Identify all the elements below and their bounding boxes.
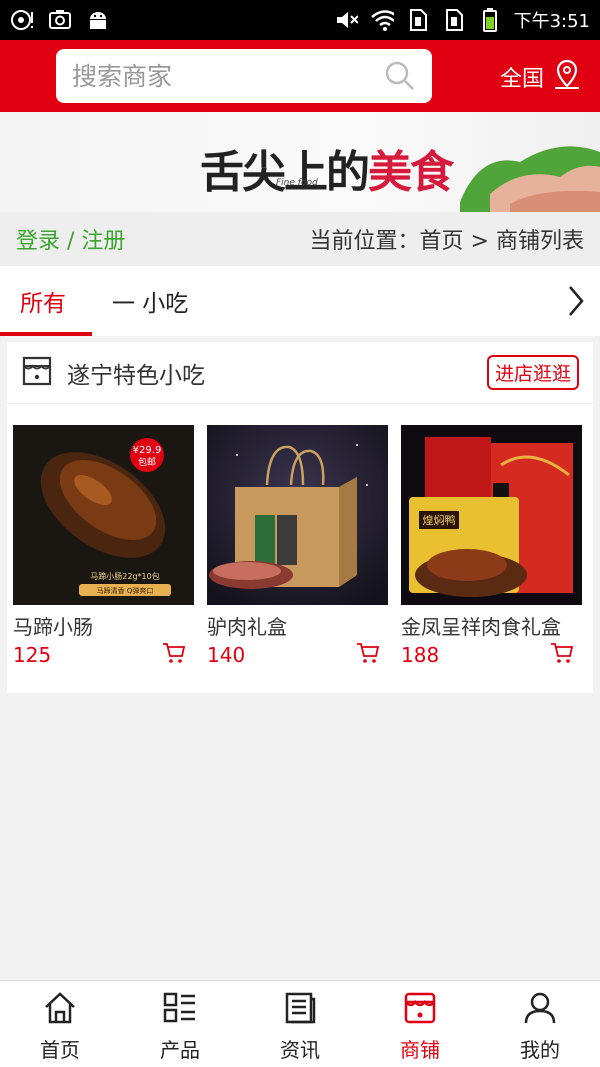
product-image[interactable]: ¥29.9 包邮 马蹄小肠22g*10包 马蹄清香 Q弹爽口 — [13, 425, 194, 605]
status-time: 下午3:51 — [513, 11, 590, 32]
user-icon — [523, 991, 557, 1030]
home-icon — [43, 991, 77, 1030]
shop-icon — [403, 991, 437, 1030]
login-register-link[interactable]: 登录 / 注册 — [16, 223, 125, 255]
product-card[interactable]: 驴肉礼盒 140 — [207, 425, 388, 668]
bottom-nav: 首页 产品 资讯 商铺 我的 — [0, 980, 600, 1067]
active-tab-indicator — [0, 332, 92, 336]
nav-label: 资讯 — [280, 1038, 320, 1062]
grid-list-icon — [163, 991, 197, 1030]
search-box[interactable] — [56, 49, 432, 103]
product-image-caption: 马蹄小肠22g*10包 — [90, 571, 159, 581]
breadcrumb-home[interactable]: 首页 — [420, 229, 464, 254]
product-card[interactable]: 煌焖鸭 金凤呈祥肉食礼盒 188 — [401, 425, 582, 668]
product-price: 140 — [207, 643, 246, 667]
location-pin-icon — [552, 58, 582, 96]
nav-news[interactable]: 资讯 — [240, 981, 360, 1067]
nav-label: 我的 — [520, 1038, 560, 1062]
tab-snacks[interactable]: 一 小吃 — [112, 266, 188, 336]
product-image[interactable] — [207, 425, 388, 605]
product-badge-sub: 包邮 — [138, 456, 156, 468]
add-to-cart-icon[interactable] — [356, 642, 380, 668]
wifi-icon — [370, 8, 394, 32]
add-to-cart-icon[interactable] — [162, 642, 186, 668]
mute-icon — [334, 8, 358, 32]
product-image-tags: 马蹄清香 Q弹爽口 — [97, 586, 154, 595]
breadcrumb-current: 商铺列表 — [495, 229, 584, 254]
breadcrumb: 当前位置：首页 > 商铺列表 — [310, 223, 584, 255]
android-icon — [86, 8, 110, 32]
shop-header: 遂宁特色小吃 进店逛逛 — [7, 342, 593, 404]
header-bar: 全国 — [0, 40, 600, 112]
product-image-label: 煌焖鸭 — [423, 513, 456, 527]
food-decoration-image — [460, 146, 600, 212]
nav-profile[interactable]: 我的 — [480, 981, 600, 1067]
product-badge-price: ¥29.9 — [133, 445, 162, 456]
product-price: 125 — [13, 643, 52, 667]
notification-icon — [10, 8, 34, 32]
nav-shops[interactable]: 商铺 — [360, 981, 480, 1067]
nav-label: 首页 — [40, 1038, 80, 1062]
status-bar: 下午3:51 — [0, 0, 600, 40]
product-name[interactable]: 驴肉礼盒 — [207, 611, 388, 640]
banner-title: 舌尖上的美食 — [200, 147, 454, 198]
shop-card: 遂宁特色小吃 进店逛逛 ¥29.9 包邮 马蹄小肠22g*10包 马蹄清香 Q弹… — [7, 342, 593, 693]
nav-home[interactable]: 首页 — [0, 981, 120, 1067]
shop-name[interactable]: 遂宁特色小吃 — [67, 356, 205, 390]
product-image[interactable]: 煌焖鸭 — [401, 425, 582, 605]
breadcrumb-location-label: 当前位置： — [309, 229, 420, 254]
sim1-icon — [406, 8, 430, 32]
product-name[interactable]: 马蹄小肠 — [13, 611, 194, 640]
category-tabs: 所有 一 小吃 — [0, 266, 600, 336]
add-to-cart-icon[interactable] — [550, 642, 574, 668]
breadcrumb-bar: 登录 / 注册 当前位置：首页 > 商铺列表 — [0, 212, 600, 266]
banner-subtitle: Fine food — [276, 178, 318, 188]
breadcrumb-separator: > — [470, 229, 489, 254]
news-icon — [283, 991, 317, 1030]
region-selector[interactable]: 全国 — [500, 58, 582, 96]
nav-label: 商铺 — [400, 1038, 440, 1062]
banner: 舌尖上的美食 Fine food — [0, 112, 600, 212]
search-input[interactable] — [72, 61, 372, 91]
visit-shop-button[interactable]: 进店逛逛 — [486, 355, 579, 390]
screenshot-icon — [48, 8, 72, 32]
battery-icon — [478, 8, 502, 32]
sim2-icon — [442, 8, 466, 32]
product-list: ¥29.9 包邮 马蹄小肠22g*10包 马蹄清香 Q弹爽口 马蹄小肠 125 — [13, 425, 582, 668]
product-name[interactable]: 金凤呈祥肉食礼盒 — [401, 611, 582, 640]
store-icon — [21, 354, 53, 392]
chevron-right-icon[interactable] — [566, 284, 586, 322]
nav-products[interactable]: 产品 — [120, 981, 240, 1067]
region-label: 全国 — [499, 67, 544, 92]
nav-label: 产品 — [160, 1038, 200, 1062]
product-card[interactable]: ¥29.9 包邮 马蹄小肠22g*10包 马蹄清香 Q弹爽口 马蹄小肠 125 — [13, 425, 194, 668]
search-icon[interactable] — [384, 60, 416, 96]
tab-all[interactable]: 所有 — [20, 266, 66, 336]
product-price: 188 — [401, 643, 440, 667]
